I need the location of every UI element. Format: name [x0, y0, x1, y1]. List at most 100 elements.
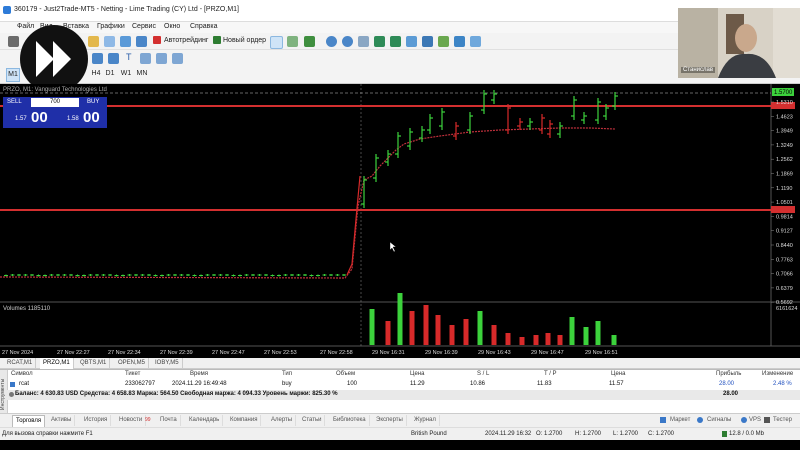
algo-trading-button[interactable]: Автотрейдинг: [164, 37, 208, 44]
total-profit: 28.00: [723, 391, 739, 397]
chart-canvas[interactable]: 1.57001.53101.46231.39491.32491.25621.18…: [0, 84, 800, 358]
webcam-video: Станислав: [678, 8, 800, 78]
spike-line: [346, 175, 361, 276]
new-order-button[interactable]: Новый ордер: [223, 37, 266, 44]
sell-price-big[interactable]: 00: [31, 109, 48, 126]
menu-tools[interactable]: Сервис: [132, 23, 156, 30]
tab-trade[interactable]: Торговля: [12, 415, 46, 427]
timeframe-mn[interactable]: MN: [136, 70, 148, 77]
col-symbol[interactable]: Символ: [11, 371, 33, 377]
status-close: C: 1.2700: [648, 431, 675, 437]
tab-library[interactable]: Библиотека: [330, 415, 370, 426]
tab-assets[interactable]: Активы: [48, 415, 76, 426]
tab-journal[interactable]: Журнал: [411, 415, 440, 426]
autoscroll-icon[interactable]: [374, 36, 385, 47]
time-axis-label: 29 Nov 16:47: [531, 350, 564, 356]
templates-icon[interactable]: [438, 36, 449, 47]
time-axis-label: 27 Nov 22:34: [108, 350, 141, 356]
buy-price-small[interactable]: 1.58: [67, 116, 79, 122]
text-tool-icon[interactable]: T: [126, 52, 132, 62]
pos-sl[interactable]: 10.86: [470, 381, 485, 387]
market-link[interactable]: Маркет: [667, 415, 693, 426]
profiles-icon[interactable]: [104, 36, 115, 47]
tab-history[interactable]: История: [81, 415, 112, 426]
signals-link[interactable]: Сигналы: [704, 415, 734, 426]
timeframe-m1[interactable]: M1: [6, 68, 20, 82]
col-type[interactable]: Тип: [282, 371, 292, 377]
tab-alerts[interactable]: Алерты: [268, 415, 297, 426]
buy-price-big[interactable]: 00: [83, 109, 100, 126]
shapes-icon[interactable]: [156, 53, 167, 64]
candles-icon[interactable]: [287, 36, 298, 47]
menu-help[interactable]: Справка: [190, 23, 217, 30]
volume-bar: [409, 311, 415, 345]
col-tp[interactable]: T / P: [544, 371, 557, 377]
lock-icon[interactable]: [88, 36, 99, 47]
zoom-in-icon[interactable]: [326, 36, 337, 47]
volume-bar: [519, 337, 525, 345]
video-play-overlay[interactable]: [20, 25, 88, 93]
arrows-icon[interactable]: [172, 53, 183, 64]
tab-calendar[interactable]: Календарь: [186, 415, 224, 426]
crosshair-icon[interactable]: [92, 53, 103, 64]
market-icon: [660, 417, 666, 423]
objects-icon[interactable]: [422, 36, 433, 47]
tester-link[interactable]: Тестер: [770, 415, 795, 426]
chart-tab-ioby[interactable]: IOBY,M5: [152, 358, 183, 369]
timeframe-w1[interactable]: W1: [120, 70, 132, 77]
volume-input[interactable]: 700: [31, 98, 79, 107]
timeframe-d1[interactable]: D1: [104, 70, 116, 77]
tab-experts[interactable]: Эксперты: [373, 415, 407, 426]
line-chart-icon[interactable]: [304, 36, 315, 47]
sell-price-small[interactable]: 1.57: [15, 116, 27, 122]
pos-change: 2.48 %: [773, 381, 792, 387]
volume-bar: [385, 321, 391, 345]
chart-tab-qbts[interactable]: QBTS,M1: [77, 358, 111, 369]
screenshot-icon[interactable]: [454, 36, 465, 47]
col-ticket[interactable]: Тикет: [125, 371, 140, 377]
chart-tabs: RCAT,M1 PRZO,M1 QBTS,M1 OPEN,M5 IOBY,M5: [0, 358, 800, 369]
col-change[interactable]: Изменение: [762, 371, 793, 377]
table-row[interactable]: rcat 233062797 2024.11.29 16:49:48 buy 1…: [7, 380, 800, 390]
status-help: Для вызова справки нажмите F1: [2, 431, 93, 437]
sell-button[interactable]: SELL: [4, 98, 30, 107]
zoom-out-icon[interactable]: [342, 36, 353, 47]
video-letterbox: [0, 440, 800, 450]
fibonacci-icon[interactable]: [140, 53, 151, 64]
chart-shift-icon[interactable]: [390, 36, 401, 47]
buy-button[interactable]: BUY: [81, 98, 106, 107]
grid-icon[interactable]: [358, 36, 369, 47]
indicators-icon[interactable]: [406, 36, 417, 47]
vps-link[interactable]: VPS: [746, 415, 764, 426]
volume-bar: [545, 333, 551, 345]
cloud-icon[interactable]: [120, 36, 131, 47]
col-sl[interactable]: S / L: [477, 371, 489, 377]
pos-price: 11.29: [410, 381, 425, 387]
time-axis-label: 27 Nov 22:39: [160, 350, 193, 356]
price-chart[interactable]: 1.5700 1.5310 1.4623 1.3949 1.3249 1.2562 1.18…: [0, 84, 800, 358]
price-axis-label: 1.1869: [776, 172, 793, 178]
tab-news[interactable]: Новости: [116, 415, 147, 426]
tab-mail[interactable]: Почта: [157, 415, 181, 426]
volume-bar: [569, 317, 575, 345]
tab-company[interactable]: Компания: [227, 415, 262, 426]
trendline-icon[interactable]: [108, 53, 119, 64]
bar-chart-icon[interactable]: [270, 36, 283, 49]
pos-tp[interactable]: 11.83: [537, 381, 552, 387]
chart-tab-rcat[interactable]: RCAT,M1: [4, 358, 37, 369]
chart-tab-przo[interactable]: PRZO,M1: [40, 358, 74, 369]
volume-bar: [533, 335, 539, 345]
tile-windows-icon[interactable]: [470, 36, 481, 47]
col-price[interactable]: Цена: [410, 371, 424, 377]
market-watch-icon[interactable]: [136, 36, 147, 47]
timeframe-h4[interactable]: H4: [90, 70, 102, 77]
new-chart-icon[interactable]: [8, 36, 19, 47]
menu-charts[interactable]: Графики: [97, 23, 125, 30]
col-profit[interactable]: Прибыль: [716, 371, 741, 377]
col-time[interactable]: Время: [190, 371, 208, 377]
col-current-price[interactable]: Цена: [611, 371, 625, 377]
menu-window[interactable]: Окно: [164, 23, 180, 30]
chart-tab-open[interactable]: OPEN,M5: [115, 358, 150, 369]
col-volume[interactable]: Объем: [336, 371, 355, 377]
tab-articles[interactable]: Статьи: [299, 415, 326, 426]
